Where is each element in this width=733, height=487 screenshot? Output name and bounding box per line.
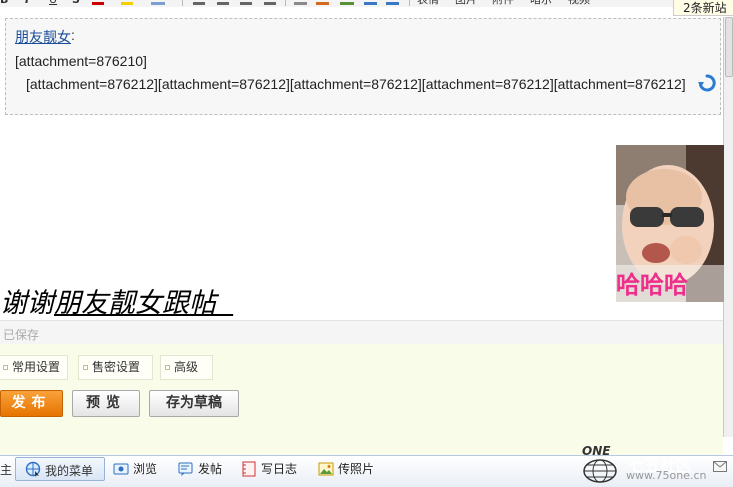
site-logo-globe bbox=[583, 459, 617, 483]
strikethrough-button[interactable]: S bbox=[72, 0, 80, 6]
hide-content-button[interactable]: 暗示 bbox=[530, 0, 552, 6]
preview-button[interactable]: 预览 bbox=[72, 390, 140, 417]
post-body-text[interactable]: 谢谢朋友靓女跟帖 bbox=[0, 281, 233, 320]
menu-globe-icon bbox=[25, 461, 41, 477]
notification-text: 2条新站 bbox=[683, 1, 727, 15]
scrollbar-thumb[interactable] bbox=[725, 17, 733, 77]
editor-toolbar: B I U S 表情 图片 附件 暗示 视频 bbox=[0, 0, 726, 7]
vertical-scrollbar[interactable] bbox=[723, 17, 733, 437]
watermark-url: www.75one.cn bbox=[626, 469, 707, 482]
table-icon[interactable] bbox=[340, 2, 354, 5]
bottom-taskbar: 主 我的菜单 浏览 发帖 写日志 传照片 ONE 七五社区 www.75one.… bbox=[0, 444, 733, 487]
ordered-list-icon[interactable] bbox=[193, 2, 205, 5]
my-menu-label: 我的菜单 bbox=[45, 464, 94, 478]
align-left-icon[interactable] bbox=[240, 2, 252, 5]
new-post-button[interactable]: 发帖 bbox=[178, 458, 228, 480]
write-diary-button[interactable]: 写日志 bbox=[241, 458, 301, 480]
tab-bullet-icon bbox=[3, 365, 8, 370]
quote-attachment-line: [attachment=876212][attachment=876212][a… bbox=[26, 76, 686, 92]
italic-button[interactable]: I bbox=[25, 0, 29, 6]
quote-colon: : bbox=[71, 27, 75, 43]
browse-icon bbox=[113, 463, 129, 475]
editor-window: B I U S 表情 图片 附件 暗示 视频 2条新站 朋友靓女 : [atta… bbox=[0, 0, 733, 487]
post-text-plain: 谢谢 bbox=[0, 288, 54, 319]
underline-button[interactable]: U bbox=[49, 0, 57, 6]
post-settings-panel: 常用设置 售密设置 高级 发布 预览 存为草稿 bbox=[0, 344, 723, 456]
tab-advanced[interactable]: 高级 bbox=[160, 355, 213, 380]
notification-popup[interactable]: 2条新站 bbox=[673, 0, 733, 16]
quote-attachment-line: [attachment=876210] bbox=[15, 53, 147, 69]
highlight-color-button[interactable] bbox=[121, 2, 133, 5]
taskbar-edge-text: 主 bbox=[0, 463, 13, 477]
publish-button[interactable]: 发布 bbox=[0, 390, 63, 417]
site-logo-text: ONE bbox=[582, 444, 611, 458]
my-menu-button[interactable]: 我的菜单 bbox=[15, 457, 105, 481]
quote-author-link[interactable]: 朋友靓女 bbox=[15, 27, 71, 47]
video-button[interactable]: 视频 bbox=[568, 0, 590, 6]
upload-photo-button[interactable]: 传照片 bbox=[318, 458, 378, 480]
attachment-button[interactable]: 附件 bbox=[492, 0, 514, 6]
redo-icon[interactable] bbox=[386, 2, 399, 5]
baby-sunglasses-image: 哈哈哈 bbox=[616, 145, 724, 302]
undo-icon[interactable] bbox=[364, 2, 377, 5]
tab-general-settings[interactable]: 常用设置 bbox=[0, 355, 68, 380]
browse-button[interactable]: 浏览 bbox=[113, 458, 163, 480]
mail-icon[interactable] bbox=[713, 461, 727, 472]
unordered-list-icon[interactable] bbox=[217, 2, 229, 5]
tab-sell-settings[interactable]: 售密设置 bbox=[78, 355, 153, 380]
unlink-icon[interactable] bbox=[316, 2, 329, 5]
post-icon bbox=[178, 462, 193, 476]
post-text-underlined: 朋友靓女跟帖 bbox=[54, 288, 216, 319]
autosave-bar: 已保存 bbox=[0, 320, 723, 344]
saved-status: 已保存 bbox=[3, 328, 40, 342]
diary-icon bbox=[242, 461, 256, 477]
image-button[interactable]: 图片 bbox=[455, 0, 477, 6]
toolbar-divider bbox=[409, 0, 410, 6]
refresh-icon[interactable] bbox=[698, 74, 716, 92]
align-center-icon[interactable] bbox=[264, 2, 276, 5]
tab-bullet-icon bbox=[165, 365, 170, 370]
quote-block: 朋友靓女 : [attachment=876210] [attachment=8… bbox=[5, 18, 721, 115]
tab-bullet-icon bbox=[83, 365, 88, 370]
save-draft-button[interactable]: 存为草稿 bbox=[149, 390, 239, 417]
toolbar-divider bbox=[285, 0, 286, 6]
bold-button[interactable]: B bbox=[0, 0, 8, 6]
toolbar-divider bbox=[182, 0, 183, 6]
emotion-button[interactable]: 表情 bbox=[417, 0, 439, 6]
clear-format-icon[interactable] bbox=[151, 2, 165, 5]
image-caption: 哈哈哈 bbox=[616, 271, 688, 299]
link-icon[interactable] bbox=[294, 2, 307, 5]
text-color-button[interactable] bbox=[92, 2, 104, 5]
photo-upload-icon bbox=[318, 462, 334, 476]
